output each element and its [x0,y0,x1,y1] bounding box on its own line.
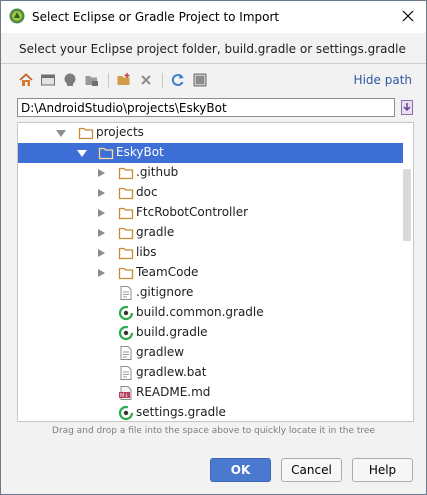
collapse-arrow-icon[interactable] [56,130,66,137]
help-button[interactable]: Help [352,458,413,482]
header-divider [1,63,426,64]
tree-folder-row[interactable]: projects [18,123,403,143]
refresh-button[interactable] [169,71,187,89]
tree-file-row[interactable]: gradlew.bat [18,363,403,383]
tree-folder-row[interactable]: EskyBot [18,143,403,163]
close-button[interactable] [399,7,417,25]
tree-folder-row[interactable]: gradle [18,223,403,243]
tree-file-row[interactable]: M↓ README.md [18,383,403,403]
import-dialog: Select Eclipse or Gradle Project to Impo… [0,0,427,495]
android-studio-icon [9,8,25,24]
module-icon [85,76,98,86]
drag-drop-hint: Drag and drop a file into the space abov… [52,426,375,436]
refresh-icon [172,74,184,86]
tree-folder-row[interactable]: .github [18,163,403,183]
show-hidden-button[interactable] [191,71,209,89]
expand-arrow-icon[interactable] [98,169,105,177]
folder-icon [118,207,134,220]
tree-item-label: projects [96,125,144,139]
tree-file-row[interactable]: settings.gradle [18,403,403,421]
expand-arrow-icon[interactable] [98,249,105,257]
download-arrow-icon [401,99,413,115]
delete-icon [141,75,151,85]
tree-item-label: .github [136,165,179,179]
tree-item-label: settings.gradle [136,405,226,419]
markdown-file-icon: M↓ [119,386,132,400]
home-icon [19,73,33,86]
path-input[interactable]: D:\AndroidStudio\projects\EskyBot [17,98,395,117]
dialog-footer: OK Cancel Help [1,445,426,494]
folder-icon [118,187,134,200]
cancel-button[interactable]: Cancel [281,458,342,482]
text-file-icon [120,366,132,380]
tree-file-row[interactable]: gradlew [18,343,403,363]
hide-path-link[interactable]: Hide path [354,73,412,87]
tree-scrollbar-thumb[interactable] [403,169,411,241]
toolbar-separator [162,73,163,88]
ok-button[interactable]: OK [210,458,271,482]
tree-item-label: build.gradle [136,325,208,339]
desktop-icon [41,74,55,86]
folder-icon [78,127,94,140]
folder-icon [118,247,134,260]
tree-item-label: FtcRobotController [136,205,249,219]
tree-folder-row[interactable]: FtcRobotController [18,203,403,223]
expand-arrow-icon[interactable] [98,269,105,277]
folder-icon [98,147,114,160]
tree-folder-row[interactable]: libs [18,243,403,263]
tree-item-label: gradlew [136,345,185,359]
file-tree[interactable]: projects EskyBot .github doc FtcRobotControl… [17,122,414,422]
module-button[interactable] [83,71,101,89]
text-file-icon [120,286,132,300]
svg-text:M↓: M↓ [120,393,129,399]
folder-icon [118,167,134,180]
tree-item-label: gradlew.bat [136,365,207,379]
show-hidden-icon [193,73,207,87]
tree-item-label: doc [136,185,158,199]
expand-arrow-icon[interactable] [98,189,105,197]
close-icon [402,10,414,22]
expand-arrow-icon[interactable] [98,209,105,217]
collapse-arrow-icon[interactable] [77,150,87,157]
home-button[interactable] [17,71,35,89]
tree-item-label: TeamCode [136,265,199,279]
text-file-icon [120,346,132,360]
delete-button[interactable] [137,71,155,89]
file-chooser-toolbar: Hide path [17,71,412,91]
tree-file-row[interactable]: build.common.gradle [18,303,403,323]
gradle-icon [118,305,134,321]
folder-icon [118,227,134,240]
expand-arrow-icon[interactable] [98,229,105,237]
tree-item-label: README.md [136,385,211,399]
new-folder-button[interactable] [115,71,133,89]
desktop-button[interactable] [39,71,57,89]
project-button[interactable] [61,71,79,89]
new-folder-icon [117,73,130,85]
tree-item-label: gradle [136,225,175,239]
path-history-button[interactable] [400,98,414,116]
tree-item-label: .gitignore [136,285,194,299]
title-bar: Select Eclipse or Gradle Project to Impo… [1,1,426,33]
tree-item-label: EskyBot [116,145,164,159]
tree-file-row[interactable]: .gitignore [18,283,403,303]
gradle-icon [118,325,134,341]
tree-folder-row[interactable]: TeamCode [18,263,403,283]
tree-file-row[interactable]: build.gradle [18,323,403,343]
toolbar-separator [108,73,109,88]
window-title: Select Eclipse or Gradle Project to Impo… [32,10,280,24]
tree-item-label: libs [136,245,157,259]
tree-folder-row[interactable]: doc [18,183,403,203]
tree-item-label: build.common.gradle [136,305,264,319]
folder-icon [118,267,134,280]
project-icon [64,73,76,86]
gradle-icon [118,405,134,421]
instruction-text: Select your Eclipse project folder, buil… [19,42,406,56]
